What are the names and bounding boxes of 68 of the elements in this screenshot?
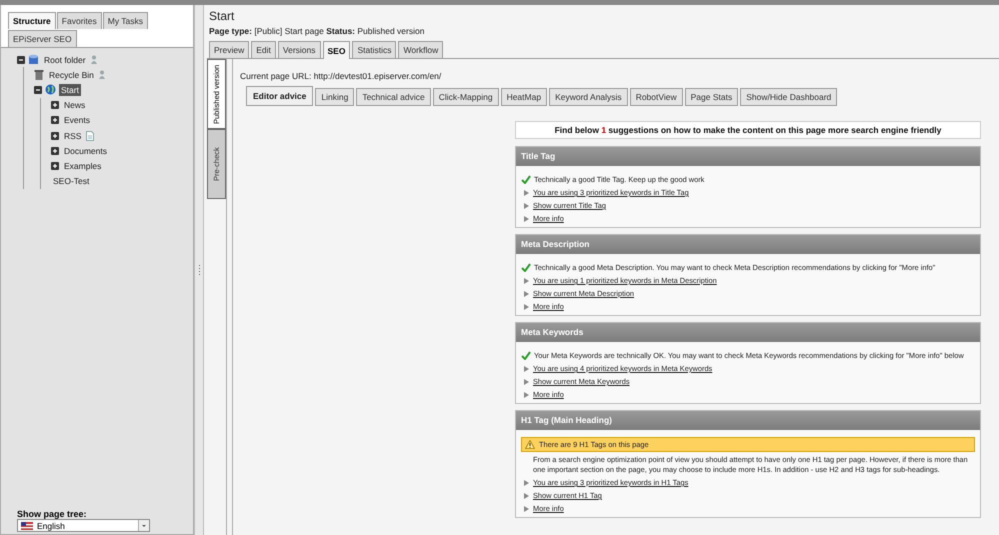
bullet-arrow-icon bbox=[524, 366, 529, 372]
advice-tab[interactable]: RobotView bbox=[630, 88, 683, 106]
bullet-arrow-icon bbox=[524, 480, 529, 486]
page-title: Start bbox=[209, 9, 236, 23]
tree-item[interactable]: Root folder bbox=[42, 54, 88, 66]
section-header: Meta Keywords bbox=[516, 323, 980, 342]
advice-tab[interactable]: Editor advice bbox=[246, 86, 314, 106]
sidebar-tab[interactable]: Favorites bbox=[56, 12, 102, 29]
document-icon bbox=[86, 130, 94, 141]
page-info: Page type: [Public] Start page Status: Published version bbox=[209, 26, 426, 36]
advice-tab[interactable]: Click-Mapping bbox=[432, 88, 499, 106]
flag-icon bbox=[21, 522, 33, 530]
bullet-arrow-icon bbox=[524, 190, 529, 196]
tree-item[interactable]: SEO-Test bbox=[51, 175, 92, 188]
bullet-arrow-icon bbox=[524, 492, 529, 498]
bullet-arrow-icon bbox=[524, 506, 529, 512]
collapse-icon[interactable] bbox=[34, 86, 42, 94]
tree-item[interactable]: RSS bbox=[62, 130, 84, 142]
tree-item[interactable]: Examples bbox=[62, 160, 104, 172]
database-icon bbox=[28, 54, 39, 66]
tree-item[interactable]: Events bbox=[62, 114, 92, 126]
tree-item[interactable]: Start bbox=[59, 84, 81, 96]
advice-tab[interactable]: Linking bbox=[315, 88, 354, 106]
section-header: Title Tag bbox=[516, 147, 980, 166]
expand-icon[interactable] bbox=[51, 162, 59, 170]
checkmark-icon bbox=[521, 351, 531, 360]
person-icon bbox=[98, 70, 105, 80]
checkmark-icon bbox=[521, 175, 531, 184]
sidebar-tab[interactable]: My Tasks bbox=[102, 12, 148, 29]
bullet-arrow-icon bbox=[524, 278, 529, 284]
tree-item[interactable]: News bbox=[62, 99, 88, 112]
bullet-arrow-icon bbox=[524, 202, 529, 208]
bullet-arrow-icon bbox=[524, 290, 529, 296]
page-tab[interactable]: SEO bbox=[322, 41, 350, 59]
tree-item[interactable]: Documents bbox=[62, 144, 109, 157]
bullet-arrow-icon bbox=[524, 304, 529, 310]
page-tab[interactable]: Edit bbox=[251, 41, 276, 58]
bullet-arrow-icon bbox=[524, 378, 529, 384]
advice-tab[interactable]: Technical advice bbox=[356, 88, 431, 106]
warning-icon bbox=[525, 440, 535, 449]
expand-icon[interactable] bbox=[51, 116, 59, 124]
person-icon bbox=[90, 55, 97, 64]
tree-item[interactable]: Recycle Bin bbox=[47, 68, 96, 81]
page-tab[interactable]: Versions bbox=[278, 41, 320, 58]
page-tab[interactable]: Workflow bbox=[398, 41, 444, 58]
advice-tab[interactable]: HeatMap bbox=[500, 88, 548, 106]
advice-tab[interactable]: Page Stats bbox=[684, 88, 738, 106]
page-url: Current page URL: http://devtest01.episerver.com/en/ bbox=[240, 71, 442, 81]
expand-icon[interactable] bbox=[51, 132, 59, 140]
checkmark-icon bbox=[521, 263, 531, 272]
summary-text: Find below 1 suggestions on how to make the content on this page more search engine friendly bbox=[515, 121, 981, 139]
trash-icon bbox=[34, 69, 44, 80]
language-select[interactable]: English bbox=[17, 519, 150, 532]
section-header: Meta Description bbox=[516, 235, 980, 254]
collapse-icon[interactable] bbox=[17, 56, 25, 64]
advice-tab[interactable]: Show/Hide Dashboard bbox=[740, 88, 838, 106]
bullet-arrow-icon bbox=[524, 392, 529, 398]
sidebar-tab[interactable]: EPiServer SEO bbox=[8, 30, 77, 47]
page-tree-label: Show page tree: bbox=[17, 509, 88, 519]
advice-tab[interactable]: Keyword Analysis bbox=[549, 88, 628, 106]
expand-icon[interactable] bbox=[51, 101, 59, 110]
section-header: H1 Tag (Main Heading) bbox=[516, 411, 980, 430]
bullet-arrow-icon bbox=[524, 216, 529, 222]
globe-icon bbox=[45, 84, 56, 96]
page-tab[interactable]: Statistics bbox=[352, 41, 396, 58]
sidebar-tab[interactable]: Structure bbox=[8, 12, 56, 29]
page-tab[interactable]: Preview bbox=[209, 41, 250, 58]
expand-icon[interactable] bbox=[51, 146, 59, 155]
